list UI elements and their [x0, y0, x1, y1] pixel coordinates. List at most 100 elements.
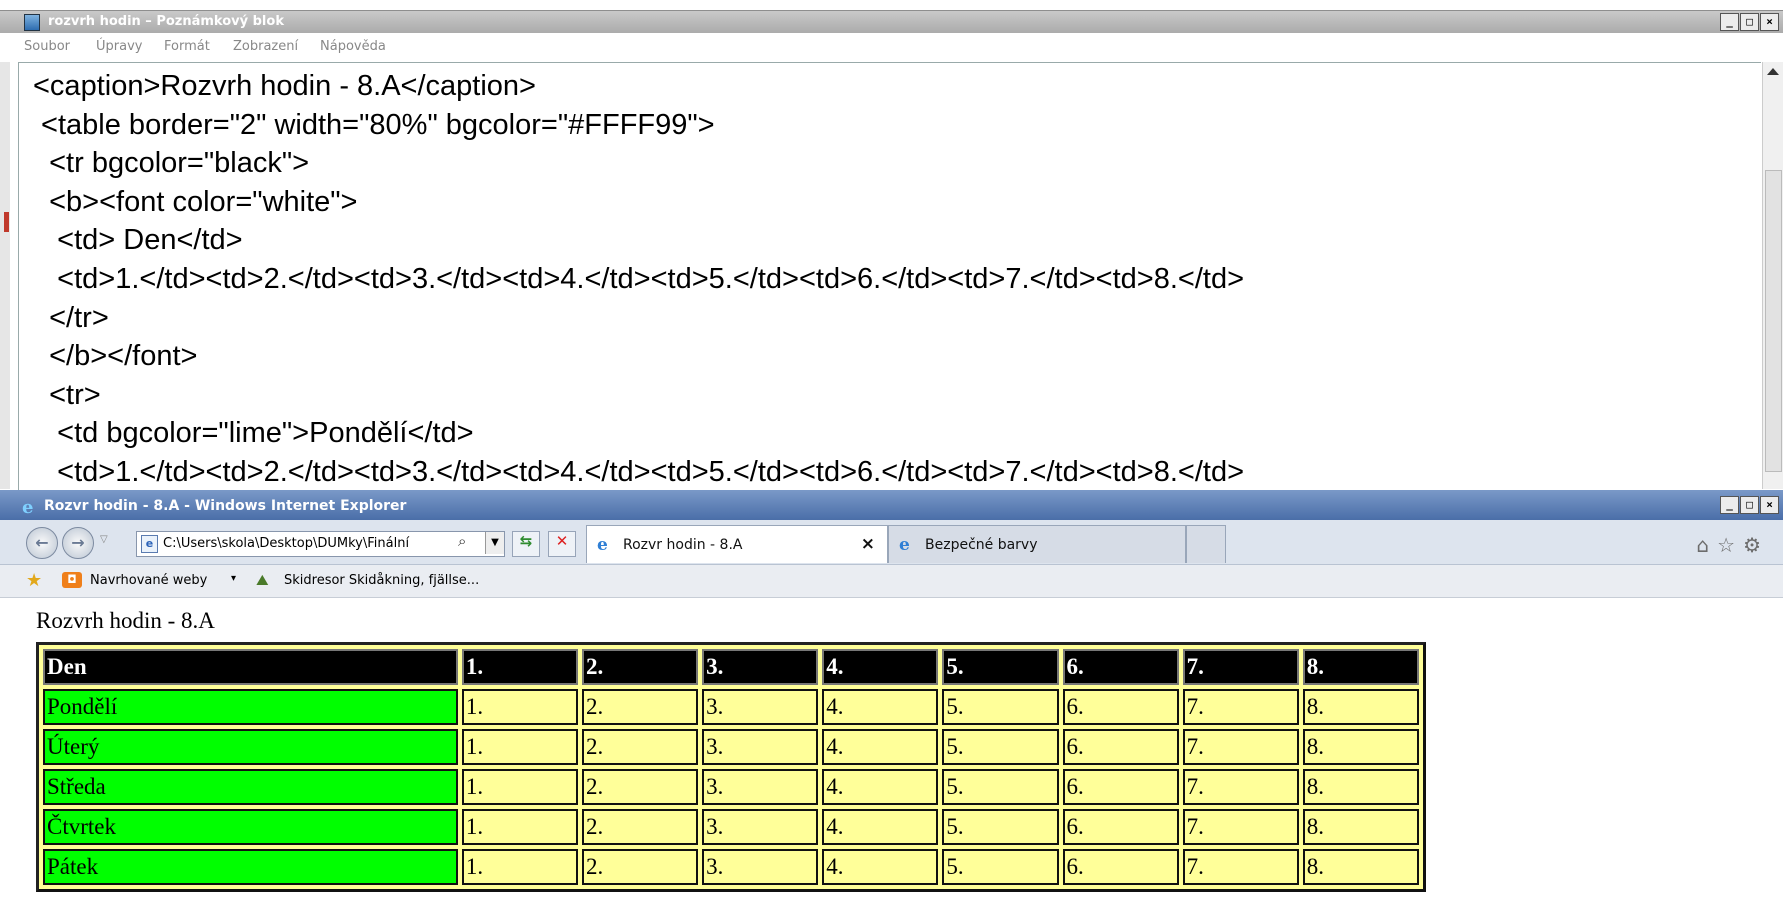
stop-icon[interactable]: ✕ [548, 531, 576, 557]
lesson-cell: 7. [1182, 689, 1299, 725]
code-line: <table border="2" width="80%" bgcolor="#… [33, 108, 715, 141]
scroll-thumb[interactable] [1765, 170, 1782, 472]
maximize-button[interactable]: □ [1740, 13, 1759, 31]
ie-navbar: ← → ▽ e C:\Users\skola\Desktop\DUMky\Fin… [0, 520, 1783, 565]
code-line: <td>1.</td><td>2.</td><td>3.</td><td>4.<… [33, 455, 1245, 488]
page-content: Rozvrh hodin - 8.A Den 1. 2. 3. 4. 5. 6. 7. 8. Po… [0, 598, 1783, 918]
menu-napoveda[interactable]: Nápověda [320, 39, 386, 54]
history-dropdown-icon[interactable]: ▽ [100, 534, 108, 545]
code-line: <caption>Rozvrh hodin - 8.A</caption> [33, 70, 536, 102]
lesson-cell: 6. [1062, 729, 1179, 765]
minimize-button[interactable]: _ [1720, 496, 1739, 514]
star-icon[interactable]: ☆ [1717, 533, 1743, 557]
lesson-cell: 5. [942, 689, 1059, 725]
notepad-editor[interactable]: <caption>Rozvrh hodin - 8.A</caption> <t… [18, 62, 1761, 490]
header-cell-den: Den [43, 649, 458, 685]
lesson-cell: 8. [1302, 809, 1419, 845]
table-row: Úterý 1. 2. 3. 4. 5. 6. 7. 8. [43, 729, 1419, 765]
ie-titlebar[interactable]: e Rozvr hodin - 8.A - Windows Internet E… [0, 490, 1783, 520]
tab-rozvr-hodin[interactable]: e Rozvr hodin - 8.A × [586, 525, 888, 563]
day-cell: Středa [43, 769, 458, 805]
lesson-cell: 6. [1062, 689, 1179, 725]
maximize-button[interactable]: □ [1740, 496, 1759, 514]
lesson-cell: 2. [582, 769, 699, 805]
lesson-cell: 2. [582, 809, 699, 845]
code-line: </b></font> [33, 340, 198, 373]
table-header-row: Den 1. 2. 3. 4. 5. 6. 7. 8. [43, 649, 1419, 685]
header-cell-period: 5. [942, 649, 1059, 685]
menu-zobrazeni[interactable]: Zobrazení [233, 39, 298, 54]
code-text[interactable]: <caption>Rozvrh hodin - 8.A</caption> <t… [33, 67, 1244, 490]
code-line: <td> Den</td> [33, 224, 243, 257]
header-cell-period: 3. [702, 649, 819, 685]
lesson-cell: 5. [942, 849, 1059, 885]
ie-tab-icon: e [597, 535, 608, 555]
new-tab-button[interactable] [1186, 525, 1226, 563]
close-button[interactable]: × [1760, 13, 1779, 31]
lesson-cell: 2. [582, 849, 699, 885]
header-cell-period: 6. [1062, 649, 1179, 685]
lesson-cell: 5. [942, 729, 1059, 765]
skidresor-icon: ⛰ [256, 571, 269, 589]
address-dropdown-icon[interactable]: ▼ [485, 532, 504, 554]
notepad-window: rozvrh hodin – Poznámkový blok _ □ × Sou… [0, 0, 1783, 490]
lesson-cell: 7. [1182, 849, 1299, 885]
header-cell-period: 8. [1302, 649, 1419, 685]
address-bar[interactable]: e C:\Users\skola\Desktop\DUMky\Finální ⌕… [136, 531, 505, 557]
menu-soubor[interactable]: Soubor [24, 39, 70, 54]
day-cell: Čtvrtek [43, 809, 458, 845]
lesson-cell: 1. [461, 729, 579, 765]
lesson-cell: 1. [461, 769, 579, 805]
tab-close-icon[interactable]: × [861, 534, 875, 554]
red-marker [4, 212, 9, 232]
ie-logo-icon: e [22, 497, 34, 518]
lesson-cell: 8. [1302, 849, 1419, 885]
code-line: <tr> [33, 378, 101, 411]
lesson-cell: 3. [702, 729, 819, 765]
header-cell-period: 2. [582, 649, 699, 685]
table-row: Pondělí 1. 2. 3. 4. 5. 6. 7. 8. [43, 689, 1419, 725]
lesson-cell: 7. [1182, 729, 1299, 765]
ie-tab-icon: e [899, 535, 910, 555]
lesson-cell: 3. [702, 769, 819, 805]
lesson-cell: 4. [822, 809, 939, 845]
back-arrow-icon[interactable]: ← [26, 527, 58, 559]
suggested-dropdown-icon[interactable]: ▾ [231, 573, 236, 584]
page-icon: e [141, 535, 158, 553]
code-line: <td bgcolor="lime">Pondělí</td> [33, 417, 474, 450]
address-url[interactable]: C:\Users\skola\Desktop\DUMky\Finální [163, 536, 431, 551]
scroll-up-icon[interactable] [1767, 68, 1779, 75]
menu-upravy[interactable]: Úpravy [96, 39, 142, 54]
suggested-sites-icon: ◘ [62, 572, 82, 588]
menu-format[interactable]: Formát [164, 39, 210, 54]
minimize-button[interactable]: _ [1720, 13, 1739, 31]
lesson-cell: 4. [822, 689, 939, 725]
ie-window: e Rozvr hodin - 8.A - Windows Internet E… [0, 490, 1783, 918]
day-cell: Pátek [43, 849, 458, 885]
lesson-cell: 6. [1062, 769, 1179, 805]
notepad-titlebar[interactable]: rozvrh hodin – Poznámkový blok _ □ × [0, 10, 1783, 33]
vertical-scrollbar[interactable] [1762, 62, 1783, 489]
toolbar-icons: ⌂☆⚙ [1696, 533, 1769, 557]
refresh-icon[interactable]: ⇆ [512, 531, 540, 557]
tab-label: Bezpečné barvy [925, 537, 1038, 553]
suggested-sites-link[interactable]: Navrhované weby [90, 573, 207, 588]
lesson-cell: 5. [942, 769, 1059, 805]
search-icon[interactable]: ⌕ [458, 532, 466, 550]
close-button[interactable]: × [1760, 496, 1779, 514]
code-line: <td>1.</td><td>2.</td><td>3.</td><td>4.<… [33, 262, 1245, 295]
notepad-menubar: Soubor Úpravy Formát Zobrazení Nápověda [0, 33, 1783, 59]
favorites-star-icon[interactable]: ★ [26, 570, 42, 591]
tab-bezpecne-barvy[interactable]: e Bezpečné barvy [888, 525, 1186, 563]
gear-icon[interactable]: ⚙ [1743, 533, 1769, 557]
lesson-cell: 1. [461, 849, 579, 885]
lesson-cell: 6. [1062, 849, 1179, 885]
ie-title: Rozvr hodin - 8.A - Windows Internet Exp… [44, 498, 407, 514]
favorites-bar: ★ ◘ Navrhované weby ▾ ⛰ Skidresor Skidåk… [0, 565, 1783, 598]
forward-arrow-icon[interactable]: → [62, 527, 94, 559]
code-line: <tr bgcolor="black"> [33, 147, 310, 180]
skidresor-link[interactable]: Skidresor Skidåkning, fjällse... [284, 573, 479, 588]
tab-label: Rozvr hodin - 8.A [623, 537, 743, 553]
home-icon[interactable]: ⌂ [1696, 533, 1717, 557]
header-cell-period: 4. [822, 649, 939, 685]
